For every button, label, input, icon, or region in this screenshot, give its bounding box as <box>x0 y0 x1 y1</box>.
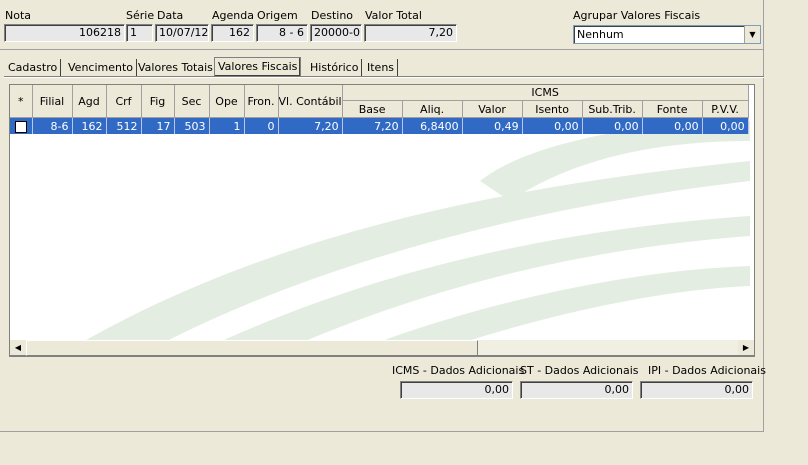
col-header-vl-contabil[interactable]: Vl. Contábil <box>278 85 343 118</box>
ipi-adicionais-field[interactable]: 0,00 <box>640 381 753 399</box>
watermark-logo <box>58 121 750 356</box>
col-header-fron[interactable]: Fron. <box>244 85 279 118</box>
origem-label: Origem <box>257 9 298 22</box>
cell-crf: 512 <box>106 117 142 134</box>
col-header-valor[interactable]: Valor <box>462 100 523 118</box>
row-checkbox-cell[interactable] <box>10 117 33 134</box>
tab-cadastro[interactable]: Cadastro <box>5 59 62 76</box>
agenda-field[interactable]: 162 <box>211 24 254 42</box>
cell-valor: 0,49 <box>462 117 523 134</box>
nota-label: Nota <box>5 9 32 22</box>
col-header-fig[interactable]: Fig <box>141 85 175 118</box>
st-adicionais-label: ST - Dados Adicionais <box>520 364 639 377</box>
col-header-sec[interactable]: Sec <box>174 85 210 118</box>
agrupar-select-value: Nenhum <box>577 28 624 41</box>
cell-ope: 1 <box>209 117 245 134</box>
tab-valores-fiscais[interactable]: Valores Fiscais <box>214 57 302 77</box>
agenda-label: Agenda <box>212 9 254 22</box>
grid-table: * Filial Agd Crf Fig Sec Ope Fron. Vl. C… <box>10 85 749 134</box>
col-header-isento[interactable]: Isento <box>522 100 583 118</box>
col-header-agd[interactable]: Agd <box>72 85 107 118</box>
cell-filial: 8-6 <box>32 117 73 134</box>
destino-label: Destino <box>311 9 354 22</box>
tab-itens[interactable]: Itens <box>364 59 399 76</box>
cell-fron: 0 <box>244 117 279 134</box>
col-header-filial[interactable]: Filial <box>32 85 73 118</box>
row-checkbox[interactable] <box>14 120 27 133</box>
scrollbar-thumb[interactable] <box>26 340 478 356</box>
horizontal-scrollbar[interactable]: ◀ ▶ <box>9 340 755 356</box>
ipi-adicionais-label: IPI - Dados Adicionais <box>648 364 766 377</box>
col-header-sub-trib[interactable]: Sub.Trib. <box>582 100 643 118</box>
valor-total-label: Valor Total <box>365 9 422 22</box>
scroll-left-icon[interactable]: ◀ <box>10 340 26 355</box>
tab-historico[interactable]: Histórico <box>307 59 363 76</box>
st-adicionais-field[interactable]: 0,00 <box>520 381 633 399</box>
col-header-aliq[interactable]: Aliq. <box>402 100 463 118</box>
data-field[interactable]: 10/07/12 <box>155 24 209 42</box>
col-header-fonte[interactable]: Fonte <box>642 100 703 118</box>
agrupar-select[interactable]: Nenhum ▼ <box>573 25 761 44</box>
scroll-right-icon[interactable]: ▶ <box>738 340 754 355</box>
valor-total-field[interactable]: 7,20 <box>364 24 457 42</box>
agrupar-label: Agrupar Valores Fiscais <box>573 9 701 22</box>
nota-field[interactable]: 106218 <box>4 24 125 42</box>
fiscal-values-grid[interactable]: * Filial Agd Crf Fig Sec Ope Fron. Vl. C… <box>9 84 755 357</box>
col-header-pvv[interactable]: P.V.V. <box>702 100 749 118</box>
data-label: Data <box>157 9 184 22</box>
destino-field[interactable]: 20000-0 <box>310 24 362 42</box>
col-header-ope[interactable]: Ope <box>209 85 245 118</box>
serie-label: Série <box>126 9 155 22</box>
tab-valores-totais[interactable]: Valores Totais <box>135 59 217 76</box>
tab-vencimento[interactable]: Vencimento <box>65 59 138 76</box>
cell-fonte: 0,00 <box>642 117 703 134</box>
cell-base: 7,20 <box>342 117 403 134</box>
serie-field[interactable]: 1 <box>126 24 153 42</box>
cell-sec: 503 <box>174 117 210 134</box>
cell-agd: 162 <box>72 117 107 134</box>
col-header-select[interactable]: * <box>10 85 33 118</box>
tab-divider-highlight <box>4 77 764 78</box>
origem-field[interactable]: 8 - 6 <box>256 24 308 42</box>
col-header-base[interactable]: Base <box>342 100 403 118</box>
cell-vl-contabil: 7,20 <box>278 117 343 134</box>
cell-isento: 0,00 <box>522 117 583 134</box>
col-group-icms: ICMS <box>342 85 749 102</box>
cell-fig: 17 <box>141 117 175 134</box>
cell-sub-trib: 0,00 <box>582 117 643 134</box>
col-header-crf[interactable]: Crf <box>106 85 142 118</box>
icms-adicionais-label: ICMS - Dados Adicionais <box>392 364 525 377</box>
chevron-down-icon[interactable]: ▼ <box>744 26 760 43</box>
table-row[interactable]: 8-6 162 512 17 503 1 0 7,20 7,20 6,8400 … <box>10 117 749 134</box>
cell-pvv: 0,00 <box>702 117 749 134</box>
icms-adicionais-field[interactable]: 0,00 <box>400 381 513 399</box>
cell-aliq: 6,8400 <box>402 117 463 134</box>
